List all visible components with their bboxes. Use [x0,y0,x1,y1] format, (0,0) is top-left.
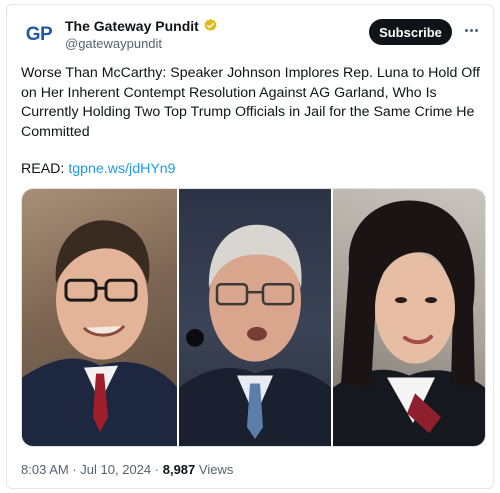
tweet-time[interactable]: 8:03 AM [21,462,69,477]
account-handle[interactable]: @gatewaypundit [65,36,218,51]
views-count[interactable]: 8,987 [163,462,196,477]
meta-separator-2: · [154,462,160,477]
account-names: The Gateway Pundit @gatewaypundit [65,16,218,51]
photo-3[interactable] [333,189,485,446]
photo-2-illustration [179,224,331,446]
tweet-text: Worse Than McCarthy: Speaker Johnson Imp… [21,65,480,140]
views-label: Views [198,462,234,477]
tweet-meta: 8:03 AM · Jul 10, 2024 · 8,987 Views [21,462,233,477]
read-line: READ: tgpne.ws/jdHYn9 [21,161,176,177]
display-name[interactable]: The Gateway Pundit [65,18,199,34]
subscribe-button[interactable]: Subscribe [369,19,452,45]
avatar-logo-text: GP [25,24,53,45]
photo-1[interactable] [22,189,177,446]
photo-2[interactable] [179,189,331,446]
meta-separator-1: · [72,462,77,477]
photo-3-illustration [333,200,485,446]
read-label: READ: [21,161,65,177]
tweet-link[interactable]: tgpne.ws/jdHYn9 [68,161,175,177]
media-grid[interactable] [21,188,486,447]
tweet-card: GP The Gateway Pundit @gatewaypundit Sub… [6,4,494,489]
verified-badge-icon[interactable] [203,18,218,33]
tweet-date[interactable]: Jul 10, 2024 [80,462,151,477]
more-horizontal-icon[interactable] [461,20,481,40]
avatar[interactable]: GP [21,17,57,53]
tweet-header: GP The Gateway Pundit @gatewaypundit Sub… [21,14,481,54]
photo-1-illustration [22,220,177,446]
